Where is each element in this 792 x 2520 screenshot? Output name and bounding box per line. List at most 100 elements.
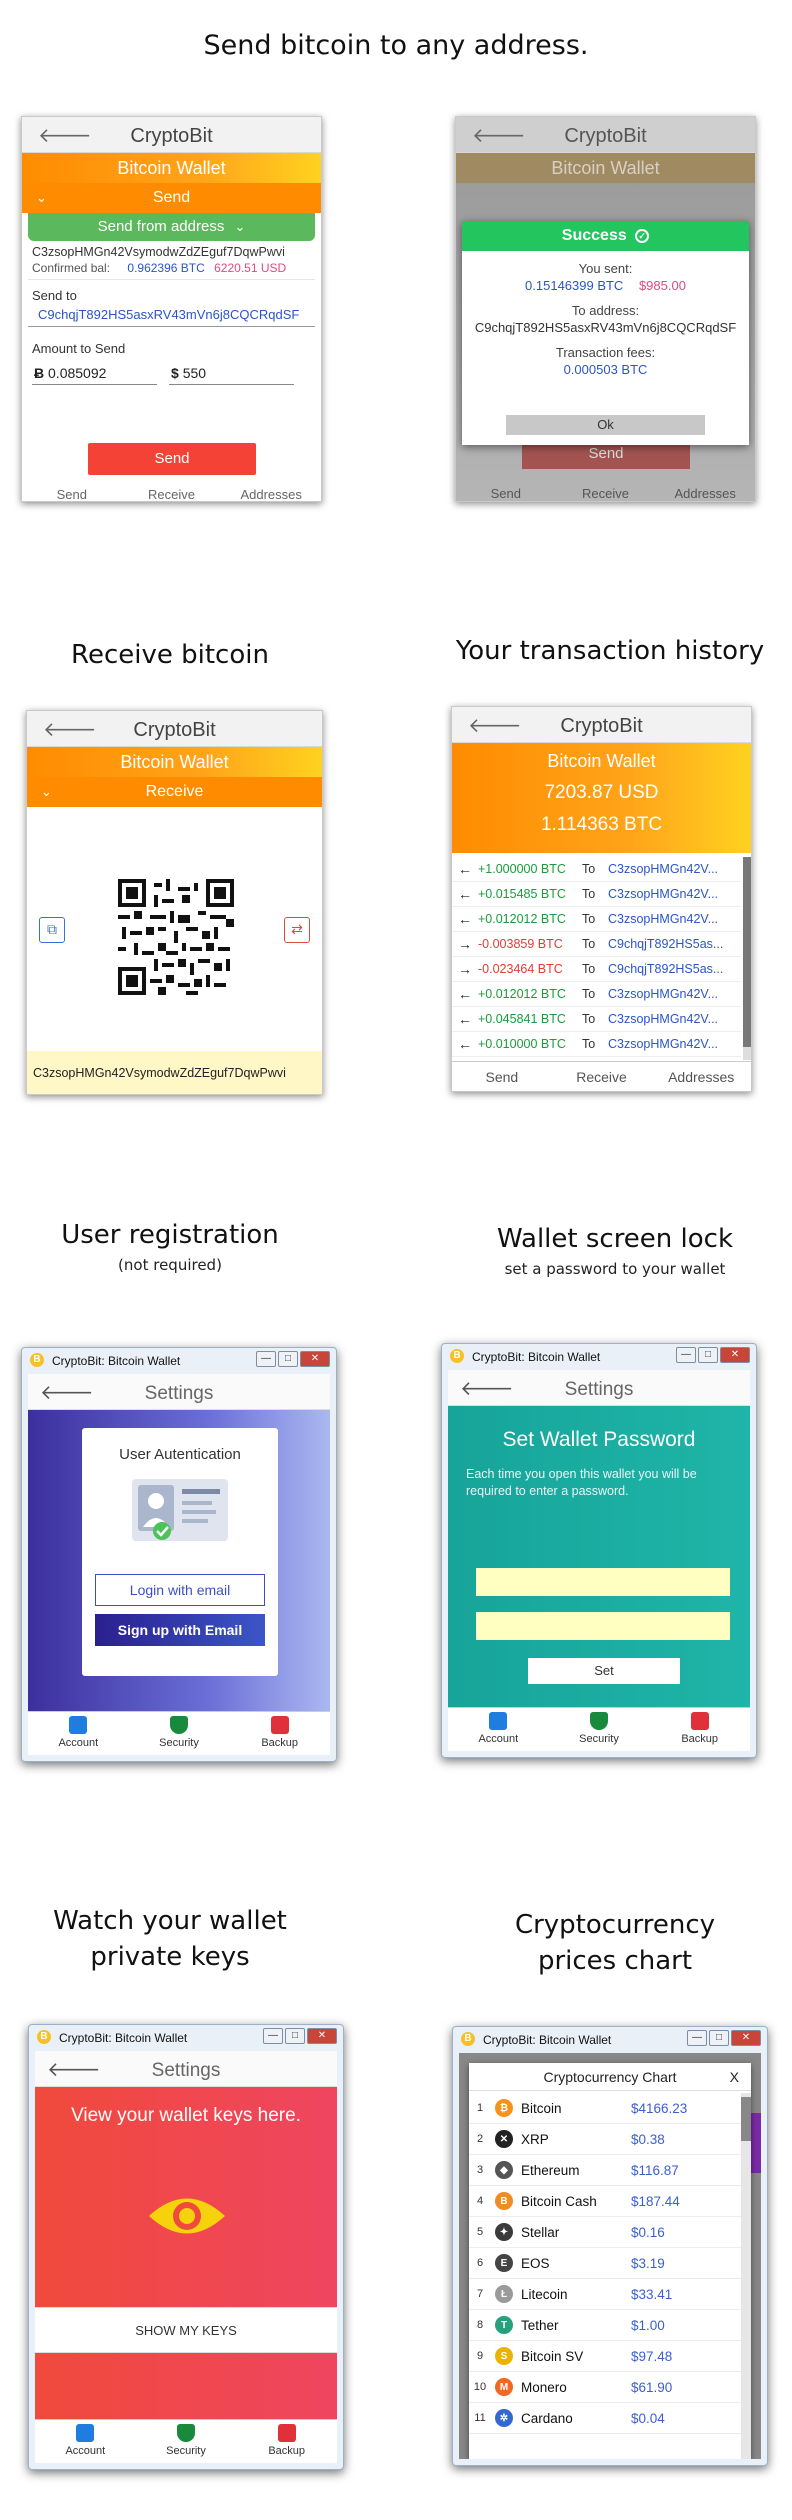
nav-account[interactable]: Account [448, 1708, 549, 1751]
auth-background: User Autentication Login with email Sign… [28, 1410, 330, 1711]
window-titlebar[interactable]: B CryptoBit: Bitcoin Wallet — □ ✕ [453, 2027, 767, 2053]
minimize-icon[interactable]: — [687, 2030, 707, 2046]
tab-addresses[interactable]: Addresses [651, 1062, 751, 1091]
nav-security[interactable]: Security [129, 1712, 230, 1755]
transaction-row[interactable]: ← +0.015485 BTC To C3zsopHMGn42V... [452, 882, 741, 907]
scrollbar[interactable] [743, 857, 751, 1060]
coin-row[interactable]: 5 ✦ Stellar $0.16 [469, 2217, 741, 2248]
ok-button[interactable]: Ok [506, 415, 705, 435]
tab-receive[interactable]: Receive [552, 1062, 652, 1091]
show-keys-button[interactable]: SHOW MY KEYS [35, 2307, 337, 2353]
transaction-row[interactable]: ← +0.012012 BTC To C3zsopHMGn42V... [452, 907, 741, 932]
nav-account[interactable]: Account [28, 1712, 129, 1755]
transaction-row[interactable]: ← +0.012012 BTC To C3zsopHMGn42V... [452, 982, 741, 1007]
settings-title: Settings [564, 1379, 634, 1400]
transaction-row[interactable]: ← +0.045841 BTC To C3zsopHMGn42V... [452, 1007, 741, 1032]
amount-btc-field[interactable]: Ƀ 0.085092 [32, 362, 157, 385]
lock-panel: Set Wallet Password Each time you open t… [448, 1406, 750, 1707]
coin-price: $0.38 [631, 2131, 665, 2147]
swap-button[interactable]: ⇄ [284, 917, 310, 943]
nav-backup[interactable]: Backup [229, 1712, 330, 1755]
tab-send[interactable]: Send [452, 1062, 552, 1091]
nav-backup[interactable]: Backup [236, 2420, 337, 2463]
lock-window: B CryptoBit: Bitcoin Wallet — □ ✕ 🡐 Settin… [441, 1343, 757, 1758]
coin-row[interactable]: 9 S Bitcoin SV $97.48 [469, 2341, 741, 2372]
maximize-icon[interactable]: □ [698, 1347, 718, 1363]
receive-section-bar[interactable]: ⌄ Receive [27, 777, 322, 807]
tab-addresses[interactable]: Addresses [221, 483, 321, 501]
coin-row[interactable]: 11 ✲ Cardano $0.04 [469, 2403, 741, 2434]
save-icon [690, 1712, 709, 1730]
from-address: C3zsopHMGn42VsymodwZdZEguf7DqwPwvi [32, 245, 285, 259]
coin-row[interactable]: 2 ✕ XRP $0.38 [469, 2124, 741, 2155]
window-titlebar[interactable]: B CryptoBit: Bitcoin Wallet — □ ✕ [442, 1344, 756, 1370]
copy-button[interactable]: ⧉ [39, 917, 65, 943]
nav-backup[interactable]: Backup [649, 1708, 750, 1751]
send-from-dropdown[interactable]: Send from address ⌄ [28, 213, 315, 241]
copy-icon: ⧉ [47, 921, 57, 937]
coin-row[interactable]: 6 E EOS $3.19 [469, 2248, 741, 2279]
wallet-label: Bitcoin Wallet [547, 751, 656, 771]
transaction-list[interactable]: ← +1.000000 BTC To C3zsopHMGn42V... ← +0.0154… [452, 857, 741, 1060]
tx-to-label: To [582, 937, 596, 951]
password-field[interactable] [476, 1568, 730, 1596]
coin-list[interactable]: 1 ₿ Bitcoin $4166.23 2 ✕ XRP $0.38 3 ◆ Ethereum $11… [469, 2093, 741, 2459]
window-titlebar[interactable]: B CryptoBit: Bitcoin Wallet — □ ✕ [29, 2025, 343, 2051]
amount-usd-value: 550 [182, 365, 207, 381]
maximize-icon[interactable]: □ [285, 2028, 305, 2044]
maximize-icon[interactable]: □ [278, 1351, 298, 1367]
coin-row[interactable]: 3 ◆ Ethereum $116.87 [469, 2155, 741, 2186]
bg-tab-send: Send [490, 486, 522, 501]
signup-email-button[interactable]: Sign up with Email [95, 1614, 265, 1646]
heading-receive: Receive bitcoin [71, 640, 269, 670]
close-icon[interactable]: ✕ [720, 1347, 750, 1363]
transaction-row[interactable]: → -0.003859 BTC To C9chqjT892HS5as... [452, 932, 741, 957]
nav-account[interactable]: Account [35, 2420, 136, 2463]
settings-header: 🡐 Settings [448, 1370, 750, 1406]
coin-row[interactable]: 7 Ł Litecoin $33.41 [469, 2279, 741, 2310]
maximize-icon[interactable]: □ [709, 2030, 729, 2046]
transaction-row[interactable]: ← +1.000000 BTC To C3zsopHMGn42V... [452, 857, 741, 882]
window-titlebar[interactable]: B CryptoBit: Bitcoin Wallet — □ ✕ [22, 1348, 336, 1374]
confirm-password-field[interactable] [476, 1612, 730, 1640]
scrollbar[interactable] [741, 2093, 751, 2459]
minimize-icon[interactable]: — [256, 1351, 276, 1367]
set-button[interactable]: Set [528, 1658, 680, 1684]
minimize-icon[interactable]: — [676, 1347, 696, 1363]
coin-row[interactable]: 4 B Bitcoin Cash $187.44 [469, 2186, 741, 2217]
close-icon[interactable]: ✕ [307, 2028, 337, 2044]
balance-btc: 1.114363 BTC [540, 814, 663, 835]
chart-window: B CryptoBit: Bitcoin Wallet — □ ✕ Cryptocu… [452, 2026, 768, 2466]
nav-security[interactable]: Security [549, 1708, 650, 1751]
coin-row[interactable]: 8 T Tether $1.00 [469, 2310, 741, 2341]
send-to-field[interactable]: C9chqjT892HS5asxRV43mVn6j8CQCRqdSF [28, 305, 315, 327]
close-icon[interactable]: ✕ [731, 2030, 761, 2046]
tab-send[interactable]: Send [22, 483, 122, 501]
send-section-bar[interactable]: ⌄ Send [22, 183, 321, 213]
chart-close-button[interactable]: X [730, 2063, 739, 2091]
amount-usd-field[interactable]: $ 550 [169, 362, 294, 385]
coin-row[interactable]: 10 M Monero $61.90 [469, 2372, 741, 2403]
minimize-icon[interactable]: — [263, 2028, 283, 2044]
send-to-label: Send to [32, 288, 77, 303]
tx-to-label: To [582, 862, 596, 876]
scrollbar-thumb[interactable] [741, 2097, 751, 2141]
coin-name: Ethereum [521, 2162, 580, 2178]
balance-panel: Bitcoin Wallet 7203.87 USD 1.114363 BTC [452, 743, 751, 853]
wallet-bar[interactable]: Bitcoin Wallet [22, 153, 321, 183]
close-icon[interactable]: ✕ [300, 1351, 330, 1367]
login-email-button[interactable]: Login with email [95, 1574, 265, 1606]
nav-security[interactable]: Security [136, 2420, 237, 2463]
qr-code [118, 879, 234, 995]
coin-row[interactable]: 1 ₿ Bitcoin $4166.23 [469, 2093, 741, 2124]
nav-backup-label: Backup [268, 2445, 306, 2457]
heading-chart-line1: Cryptocurrency [514, 1910, 716, 1940]
transaction-row[interactable]: → -0.023464 BTC To C9chqjT892HS5as... [452, 957, 741, 982]
send-button[interactable]: Send [88, 443, 256, 475]
tab-receive[interactable]: Receive [122, 483, 222, 501]
registration-subnote: (not required) [118, 1256, 222, 1274]
coin-name: EOS [521, 2255, 550, 2271]
transaction-row[interactable]: ← +0.010000 BTC To C3zsopHMGn42V... [452, 1032, 741, 1057]
scrollbar-thumb[interactable] [743, 857, 751, 1047]
wallet-bar[interactable]: Bitcoin Wallet [27, 747, 322, 777]
